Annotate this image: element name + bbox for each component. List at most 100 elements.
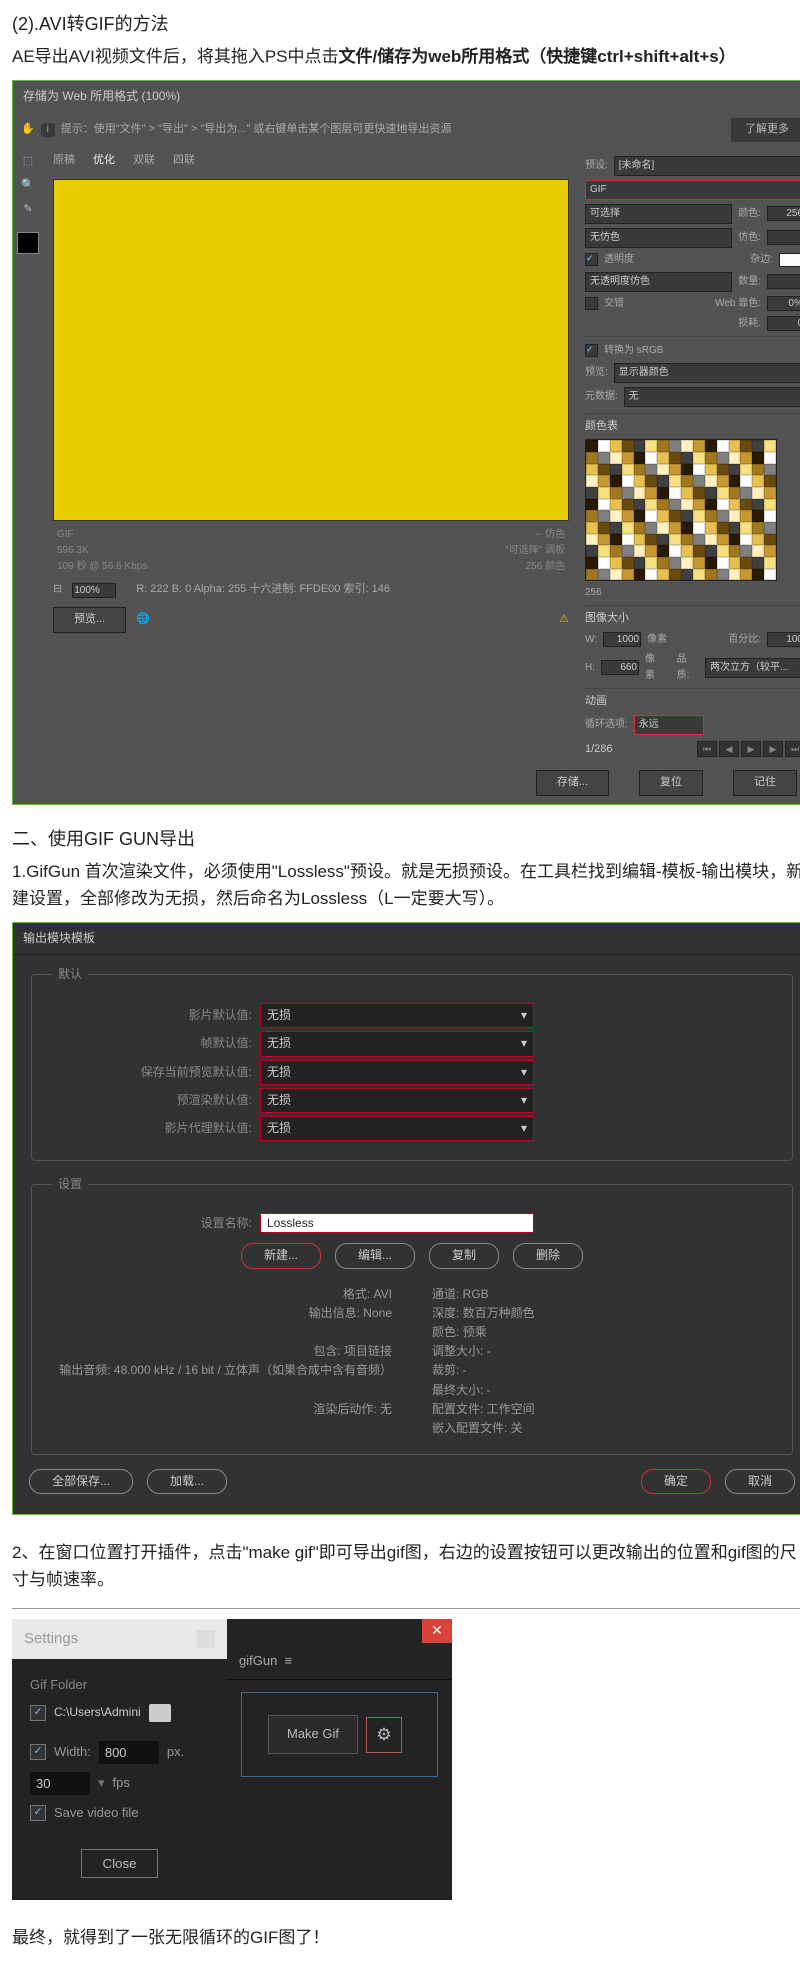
preview-label: 预览:	[585, 365, 608, 381]
settings-close-icon[interactable]	[197, 1630, 215, 1648]
om-row-select[interactable]: 无损▾	[260, 1116, 534, 1141]
colors-input[interactable]	[767, 206, 800, 221]
om-row-select[interactable]: 无损▾	[260, 1003, 534, 1028]
delete-button[interactable]: 删除	[513, 1243, 583, 1268]
om-settings-legend: 设置	[52, 1175, 88, 1194]
dither-select[interactable]: 无仿色	[585, 228, 732, 248]
reset-button[interactable]: 复位	[639, 770, 703, 796]
gear-icon[interactable]: ⚙	[366, 1717, 402, 1753]
browser-icon[interactable]: 🌐	[136, 611, 150, 629]
color-table[interactable]	[585, 439, 777, 581]
matte-label: 杂边:	[750, 252, 773, 268]
tab-original[interactable]: 原稿	[53, 152, 75, 170]
om-row-select[interactable]: 无损▾	[260, 1088, 534, 1113]
zoom-tool-icon[interactable]: 🔍	[20, 178, 36, 194]
fps-input[interactable]	[30, 1772, 90, 1795]
srgb-checkbox[interactable]	[585, 344, 598, 357]
output-module-dialog: 输出模块模板 默认 影片默认值:无损▾帧默认值:无损▾保存当前预览默认值:无损▾…	[12, 922, 800, 1515]
edit-button[interactable]: 编辑...	[335, 1243, 415, 1268]
tab-2up[interactable]: 双联	[133, 152, 155, 170]
om-defaults-legend: 默认	[52, 965, 88, 984]
quality-select[interactable]: 两次立方（较平...	[705, 658, 800, 678]
preview-canvas	[53, 179, 569, 521]
interlace-checkbox[interactable]	[585, 297, 598, 310]
new-button[interactable]: 新建...	[241, 1243, 321, 1268]
om-row-select[interactable]: 无损▾	[260, 1060, 534, 1085]
width-input[interactable]	[99, 1741, 159, 1764]
section2-title: 二、使用GIF GUN导出	[12, 825, 800, 854]
panel-close-icon[interactable]: ✕	[422, 1619, 452, 1643]
learn-more-link[interactable]: 了解更多	[731, 118, 800, 142]
loss-input[interactable]	[767, 316, 800, 331]
om-row-label: 影片默认值:	[52, 1006, 252, 1025]
preview-tabs: 原稿 优化 双联 四联	[43, 148, 579, 174]
matte-swatch[interactable]	[779, 253, 800, 267]
folder-path: C:\Users\Admini	[54, 1703, 141, 1722]
first-frame-icon[interactable]: ⏮	[697, 741, 717, 757]
hamburger-icon[interactable]: ≡	[285, 1653, 293, 1668]
format-readout: GIF	[57, 527, 147, 543]
folder-icon[interactable]	[149, 1704, 171, 1722]
preview-select[interactable]: 显示器颜色	[614, 363, 800, 383]
ps-tools: ⬚ 🔍 ✎	[13, 148, 43, 762]
meta-select[interactable]: 无	[624, 387, 800, 407]
play-icon[interactable]: ▶	[741, 741, 761, 757]
tab-optimized[interactable]: 优化	[93, 152, 115, 170]
format-select[interactable]: GIF	[585, 180, 800, 200]
fps-label: fps	[113, 1773, 130, 1794]
color-swatch[interactable]	[17, 232, 39, 254]
dither-input[interactable]	[767, 230, 800, 245]
save-video-checkbox[interactable]: ✓	[30, 1805, 46, 1821]
amount-input[interactable]	[767, 274, 800, 289]
zoom-input[interactable]	[72, 583, 116, 598]
preset-select[interactable]: [未命名]	[614, 156, 800, 176]
cancel-button[interactable]: 取消	[725, 1469, 795, 1494]
dither-readout: -- 仿色	[505, 527, 565, 543]
om-info-line: 输出音频: 48.000 kHz / 16 bit / 立体声（如果合成中含有音…	[52, 1361, 392, 1380]
time-readout: 109 秒 @ 56.6 Kbps	[57, 559, 147, 575]
pct-input[interactable]	[767, 632, 800, 647]
next-frame-icon[interactable]: ▶	[763, 741, 783, 757]
copy-button[interactable]: 复制	[429, 1243, 499, 1268]
algo-select[interactable]: 可选择	[585, 204, 732, 224]
preview-button[interactable]: 预览...	[53, 607, 126, 633]
window-title: 存储为 Web 所用格式 (100%)	[13, 81, 800, 112]
save-button[interactable]: 存储...	[536, 770, 609, 796]
prev-frame-icon[interactable]: ◀	[719, 741, 739, 757]
width-unit: px.	[167, 1742, 184, 1763]
make-gif-button[interactable]: Make Gif	[268, 1715, 358, 1754]
last-frame-icon[interactable]: ⏭	[785, 741, 800, 757]
om-info-line: 配置文件: 工作空间	[432, 1400, 772, 1419]
width-input[interactable]	[603, 632, 641, 647]
om-title: 输出模块模板	[13, 923, 800, 955]
meta-label: 元数据:	[585, 389, 618, 405]
anim-title: 动画	[585, 688, 800, 711]
close-button[interactable]: Close	[81, 1849, 157, 1878]
remember-button[interactable]: 记住	[733, 770, 797, 796]
intro-bold: 文件/储存为web所用格式（快捷键ctrl+shift+alt+s）	[339, 47, 736, 66]
image-size-title: 图像大小	[585, 605, 800, 628]
selection-tool-icon[interactable]: ⬚	[20, 154, 36, 170]
load-button[interactable]: 加载...	[147, 1469, 227, 1494]
w-unit: 像素	[647, 632, 667, 648]
om-row-select[interactable]: 无损▾	[260, 1031, 534, 1056]
height-input[interactable]	[601, 660, 639, 675]
gifgun-panel: ✕ gifGun ≡ Make Gif ⚙	[227, 1619, 452, 1901]
ok-button[interactable]: 确定	[641, 1469, 711, 1494]
om-info-line	[52, 1381, 392, 1400]
folder-checkbox[interactable]: ✓	[30, 1705, 46, 1721]
save-all-button[interactable]: 全部保存...	[29, 1469, 133, 1494]
web-input[interactable]	[767, 296, 800, 311]
ps-dialog: 存储为 Web 所用格式 (100%) ✋ i 提示：使用"文件" > "导出"…	[12, 80, 800, 805]
tab-4up[interactable]: 四联	[173, 152, 195, 170]
eyedropper-tool-icon[interactable]: ✎	[20, 202, 36, 218]
loop-select[interactable]: 永远	[634, 715, 704, 735]
transparency-checkbox[interactable]	[585, 253, 598, 266]
srgb-label: 转换为 sRGB	[604, 343, 663, 359]
width-checkbox[interactable]: ✓	[30, 1744, 46, 1760]
zoom-out-icon[interactable]: ⊟	[53, 581, 62, 599]
name-input[interactable]	[260, 1213, 534, 1233]
hand-icon[interactable]: ✋	[21, 121, 35, 139]
om-row-label: 影片代理默认值:	[52, 1119, 252, 1138]
trans-dither-select[interactable]: 无透明度仿色	[585, 272, 732, 292]
